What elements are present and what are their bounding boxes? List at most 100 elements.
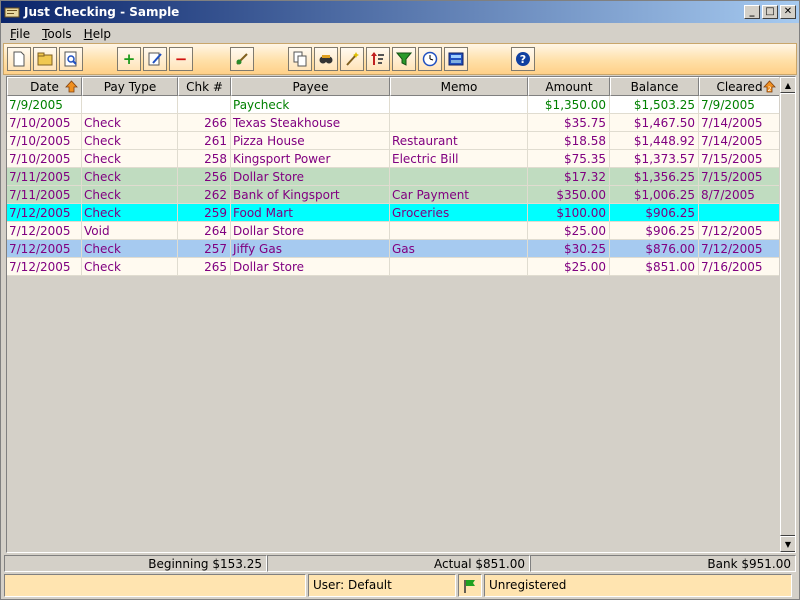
- cell-date[interactable]: 7/11/2005: [7, 186, 82, 204]
- add-button[interactable]: +: [117, 47, 141, 71]
- cell-cleared[interactable]: 7/14/2005: [699, 114, 780, 132]
- cell-check-number[interactable]: 256: [178, 168, 231, 186]
- cell-memo[interactable]: [390, 258, 528, 276]
- vertical-scrollbar[interactable]: ▲ ▼: [779, 77, 795, 552]
- cell-pay-type[interactable]: Check: [82, 258, 178, 276]
- cell-date[interactable]: 7/10/2005: [7, 150, 82, 168]
- cell-memo[interactable]: [390, 96, 528, 114]
- header-pay-type[interactable]: Pay Type: [82, 77, 178, 96]
- cell-memo[interactable]: Electric Bill: [390, 150, 528, 168]
- cell-check-number[interactable]: 261: [178, 132, 231, 150]
- cell-amount[interactable]: $75.35: [528, 150, 610, 168]
- minimize-button[interactable]: _: [744, 5, 760, 19]
- table-row[interactable]: 7/12/2005 Void 264 Dollar Store $25.00 $906.2…: [7, 222, 780, 240]
- header-payee[interactable]: Payee: [231, 77, 390, 96]
- cell-balance[interactable]: $876.00: [610, 240, 699, 258]
- cell-check-number[interactable]: 257: [178, 240, 231, 258]
- delete-button[interactable]: −: [169, 47, 193, 71]
- new-button[interactable]: [7, 47, 31, 71]
- cell-check-number[interactable]: 258: [178, 150, 231, 168]
- cell-pay-type[interactable]: [82, 96, 178, 114]
- cell-amount[interactable]: $100.00: [528, 204, 610, 222]
- header-memo[interactable]: Memo: [390, 77, 528, 96]
- cell-memo[interactable]: [390, 168, 528, 186]
- cell-balance[interactable]: $851.00: [610, 258, 699, 276]
- header-check-number[interactable]: Chk #: [178, 77, 231, 96]
- filter-button[interactable]: [392, 47, 416, 71]
- header-cleared[interactable]: Cleared 2: [699, 77, 780, 96]
- header-amount[interactable]: Amount: [528, 77, 610, 96]
- cell-cleared[interactable]: 7/15/2005: [699, 150, 780, 168]
- close-button[interactable]: ✕: [780, 5, 796, 19]
- cell-date[interactable]: 7/12/2005: [7, 222, 82, 240]
- calculator-button[interactable]: [444, 47, 468, 71]
- cell-balance[interactable]: $1,006.25: [610, 186, 699, 204]
- cell-date[interactable]: 7/11/2005: [7, 168, 82, 186]
- table-row[interactable]: 7/10/2005 Check 261 Pizza House Restaurant $1…: [7, 132, 780, 150]
- edit-button[interactable]: [143, 47, 167, 71]
- cell-cleared[interactable]: 7/14/2005: [699, 132, 780, 150]
- open-button[interactable]: [33, 47, 57, 71]
- cell-memo[interactable]: Gas: [390, 240, 528, 258]
- cell-pay-type[interactable]: Void: [82, 222, 178, 240]
- cell-date[interactable]: 7/10/2005: [7, 132, 82, 150]
- cell-balance[interactable]: $1,448.92: [610, 132, 699, 150]
- cell-check-number[interactable]: 262: [178, 186, 231, 204]
- cell-cleared[interactable]: 7/15/2005: [699, 168, 780, 186]
- scroll-up-button[interactable]: ▲: [780, 77, 795, 93]
- table-row[interactable]: 7/12/2005 Check 265 Dollar Store $25.00 $851.…: [7, 258, 780, 276]
- scroll-thumb[interactable]: [780, 93, 795, 536]
- cell-amount[interactable]: $17.32: [528, 168, 610, 186]
- cell-payee[interactable]: Dollar Store: [231, 258, 390, 276]
- table-row[interactable]: 7/11/2005 Check 256 Dollar Store $17.32 $1,35…: [7, 168, 780, 186]
- cell-cleared[interactable]: 7/12/2005: [699, 222, 780, 240]
- header-balance[interactable]: Balance: [610, 77, 699, 96]
- table-row[interactable]: 7/10/2005 Check 266 Texas Steakhouse $35.75 $…: [7, 114, 780, 132]
- cell-payee[interactable]: Bank of Kingsport: [231, 186, 390, 204]
- help-button[interactable]: ?: [511, 47, 535, 71]
- cell-payee[interactable]: Jiffy Gas: [231, 240, 390, 258]
- cell-payee[interactable]: Dollar Store: [231, 168, 390, 186]
- cell-date[interactable]: 7/12/2005: [7, 204, 82, 222]
- menu-help[interactable]: Help: [78, 27, 117, 41]
- cell-pay-type[interactable]: Check: [82, 150, 178, 168]
- cell-cleared[interactable]: 7/12/2005: [699, 240, 780, 258]
- cell-memo[interactable]: Restaurant: [390, 132, 528, 150]
- cell-date[interactable]: 7/9/2005: [7, 96, 82, 114]
- header-date[interactable]: Date: [7, 77, 82, 96]
- table-row[interactable]: 7/12/2005 Check 257 Jiffy Gas Gas $30.25 $876.…: [7, 240, 780, 258]
- sort-button[interactable]: [366, 47, 390, 71]
- schedule-button[interactable]: [418, 47, 442, 71]
- cell-payee[interactable]: Kingsport Power: [231, 150, 390, 168]
- table-row[interactable]: 7/9/2005 Paycheck $1,350.00 $1,503.25 7/9/20…: [7, 96, 780, 114]
- cell-memo[interactable]: Car Payment: [390, 186, 528, 204]
- cell-balance[interactable]: $1,503.25: [610, 96, 699, 114]
- cell-amount[interactable]: $18.58: [528, 132, 610, 150]
- cell-check-number[interactable]: 266: [178, 114, 231, 132]
- cell-amount[interactable]: $25.00: [528, 222, 610, 240]
- cell-cleared[interactable]: 7/16/2005: [699, 258, 780, 276]
- cell-balance[interactable]: $906.25: [610, 204, 699, 222]
- cell-check-number[interactable]: 259: [178, 204, 231, 222]
- cell-balance[interactable]: $906.25: [610, 222, 699, 240]
- print-preview-button[interactable]: [59, 47, 83, 71]
- cell-check-number[interactable]: 265: [178, 258, 231, 276]
- cell-payee[interactable]: Pizza House: [231, 132, 390, 150]
- copy-button[interactable]: [288, 47, 312, 71]
- cell-payee[interactable]: Paycheck: [231, 96, 390, 114]
- cell-check-number[interactable]: 264: [178, 222, 231, 240]
- cell-payee[interactable]: Food Mart: [231, 204, 390, 222]
- maximize-button[interactable]: □: [762, 5, 778, 19]
- table-row[interactable]: 7/11/2005 Check 262 Bank of Kingsport Car Pa…: [7, 186, 780, 204]
- cell-amount[interactable]: $1,350.00: [528, 96, 610, 114]
- clear-button[interactable]: [230, 47, 254, 71]
- scroll-down-button[interactable]: ▼: [780, 536, 795, 552]
- table-row[interactable]: 7/10/2005 Check 258 Kingsport Power Electric…: [7, 150, 780, 168]
- cell-amount[interactable]: $30.25: [528, 240, 610, 258]
- cell-check-number[interactable]: [178, 96, 231, 114]
- cell-amount[interactable]: $35.75: [528, 114, 610, 132]
- cell-balance[interactable]: $1,373.57: [610, 150, 699, 168]
- cell-pay-type[interactable]: Check: [82, 240, 178, 258]
- find-button[interactable]: [314, 47, 338, 71]
- cell-cleared[interactable]: 7/9/2005: [699, 96, 780, 114]
